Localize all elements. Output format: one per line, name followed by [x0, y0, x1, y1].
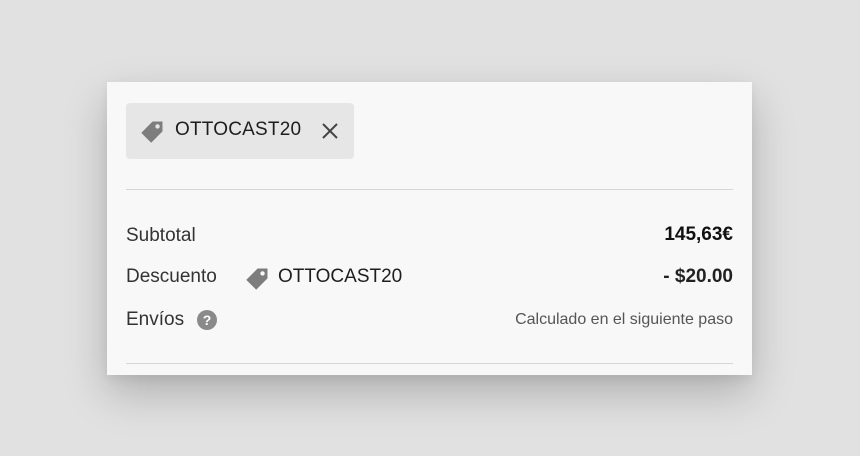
- order-summary-card: OTTOCAST20 Subtotal 145,63€ Descuento OT…: [107, 82, 752, 375]
- tag-icon: [141, 121, 163, 143]
- discount-code-label: OTTOCAST20: [175, 119, 302, 140]
- shipping-label: Envíos: [126, 309, 185, 330]
- subtotal-label: Subtotal: [126, 225, 196, 246]
- divider: [126, 363, 733, 364]
- discount-code-chip: OTTOCAST20: [126, 103, 354, 159]
- close-icon[interactable]: [319, 120, 341, 142]
- divider: [126, 189, 733, 190]
- discount-label: Descuento: [126, 266, 217, 287]
- tag-icon: [246, 268, 268, 290]
- discount-applied-code: OTTOCAST20: [278, 266, 403, 287]
- discount-value: - $20.00: [663, 266, 733, 287]
- subtotal-value: 145,63€: [664, 224, 733, 245]
- question-circle-icon[interactable]: ?: [197, 310, 217, 330]
- shipping-value: Calculado en el siguiente paso: [515, 311, 733, 328]
